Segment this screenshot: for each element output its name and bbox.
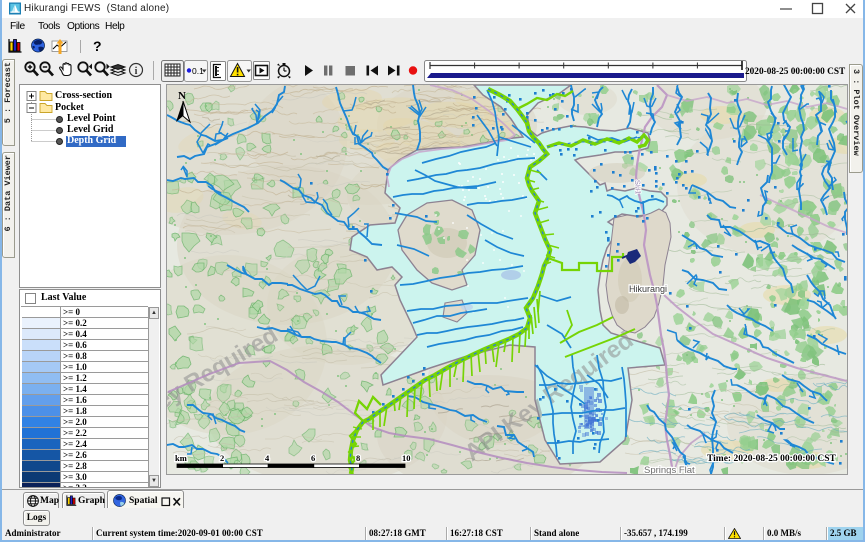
svg-text:8: 8 (356, 453, 360, 463)
svg-text:0.1: 0.1 (192, 66, 204, 76)
svg-text:i: i (135, 66, 138, 77)
svg-text:2020-08-25 00:00:00 CST: 2020-08-25 00:00:00 CST (745, 67, 846, 77)
svg-text:km: km (175, 453, 187, 463)
svg-text:Springs Flat: Springs Flat (644, 465, 695, 474)
svg-text:Time: 2020-08-25 00:00:00 CST: Time: 2020-08-25 00:00:00 CST (707, 454, 837, 464)
svg-text:Hikurangi: Hikurangi (629, 284, 667, 294)
svg-text:N: N (178, 90, 186, 102)
svg-text:2: 2 (220, 453, 224, 463)
svg-text:10: 10 (402, 453, 411, 463)
svg-text:SH1: SH1 (633, 180, 643, 195)
svg-text:6: 6 (311, 453, 315, 463)
